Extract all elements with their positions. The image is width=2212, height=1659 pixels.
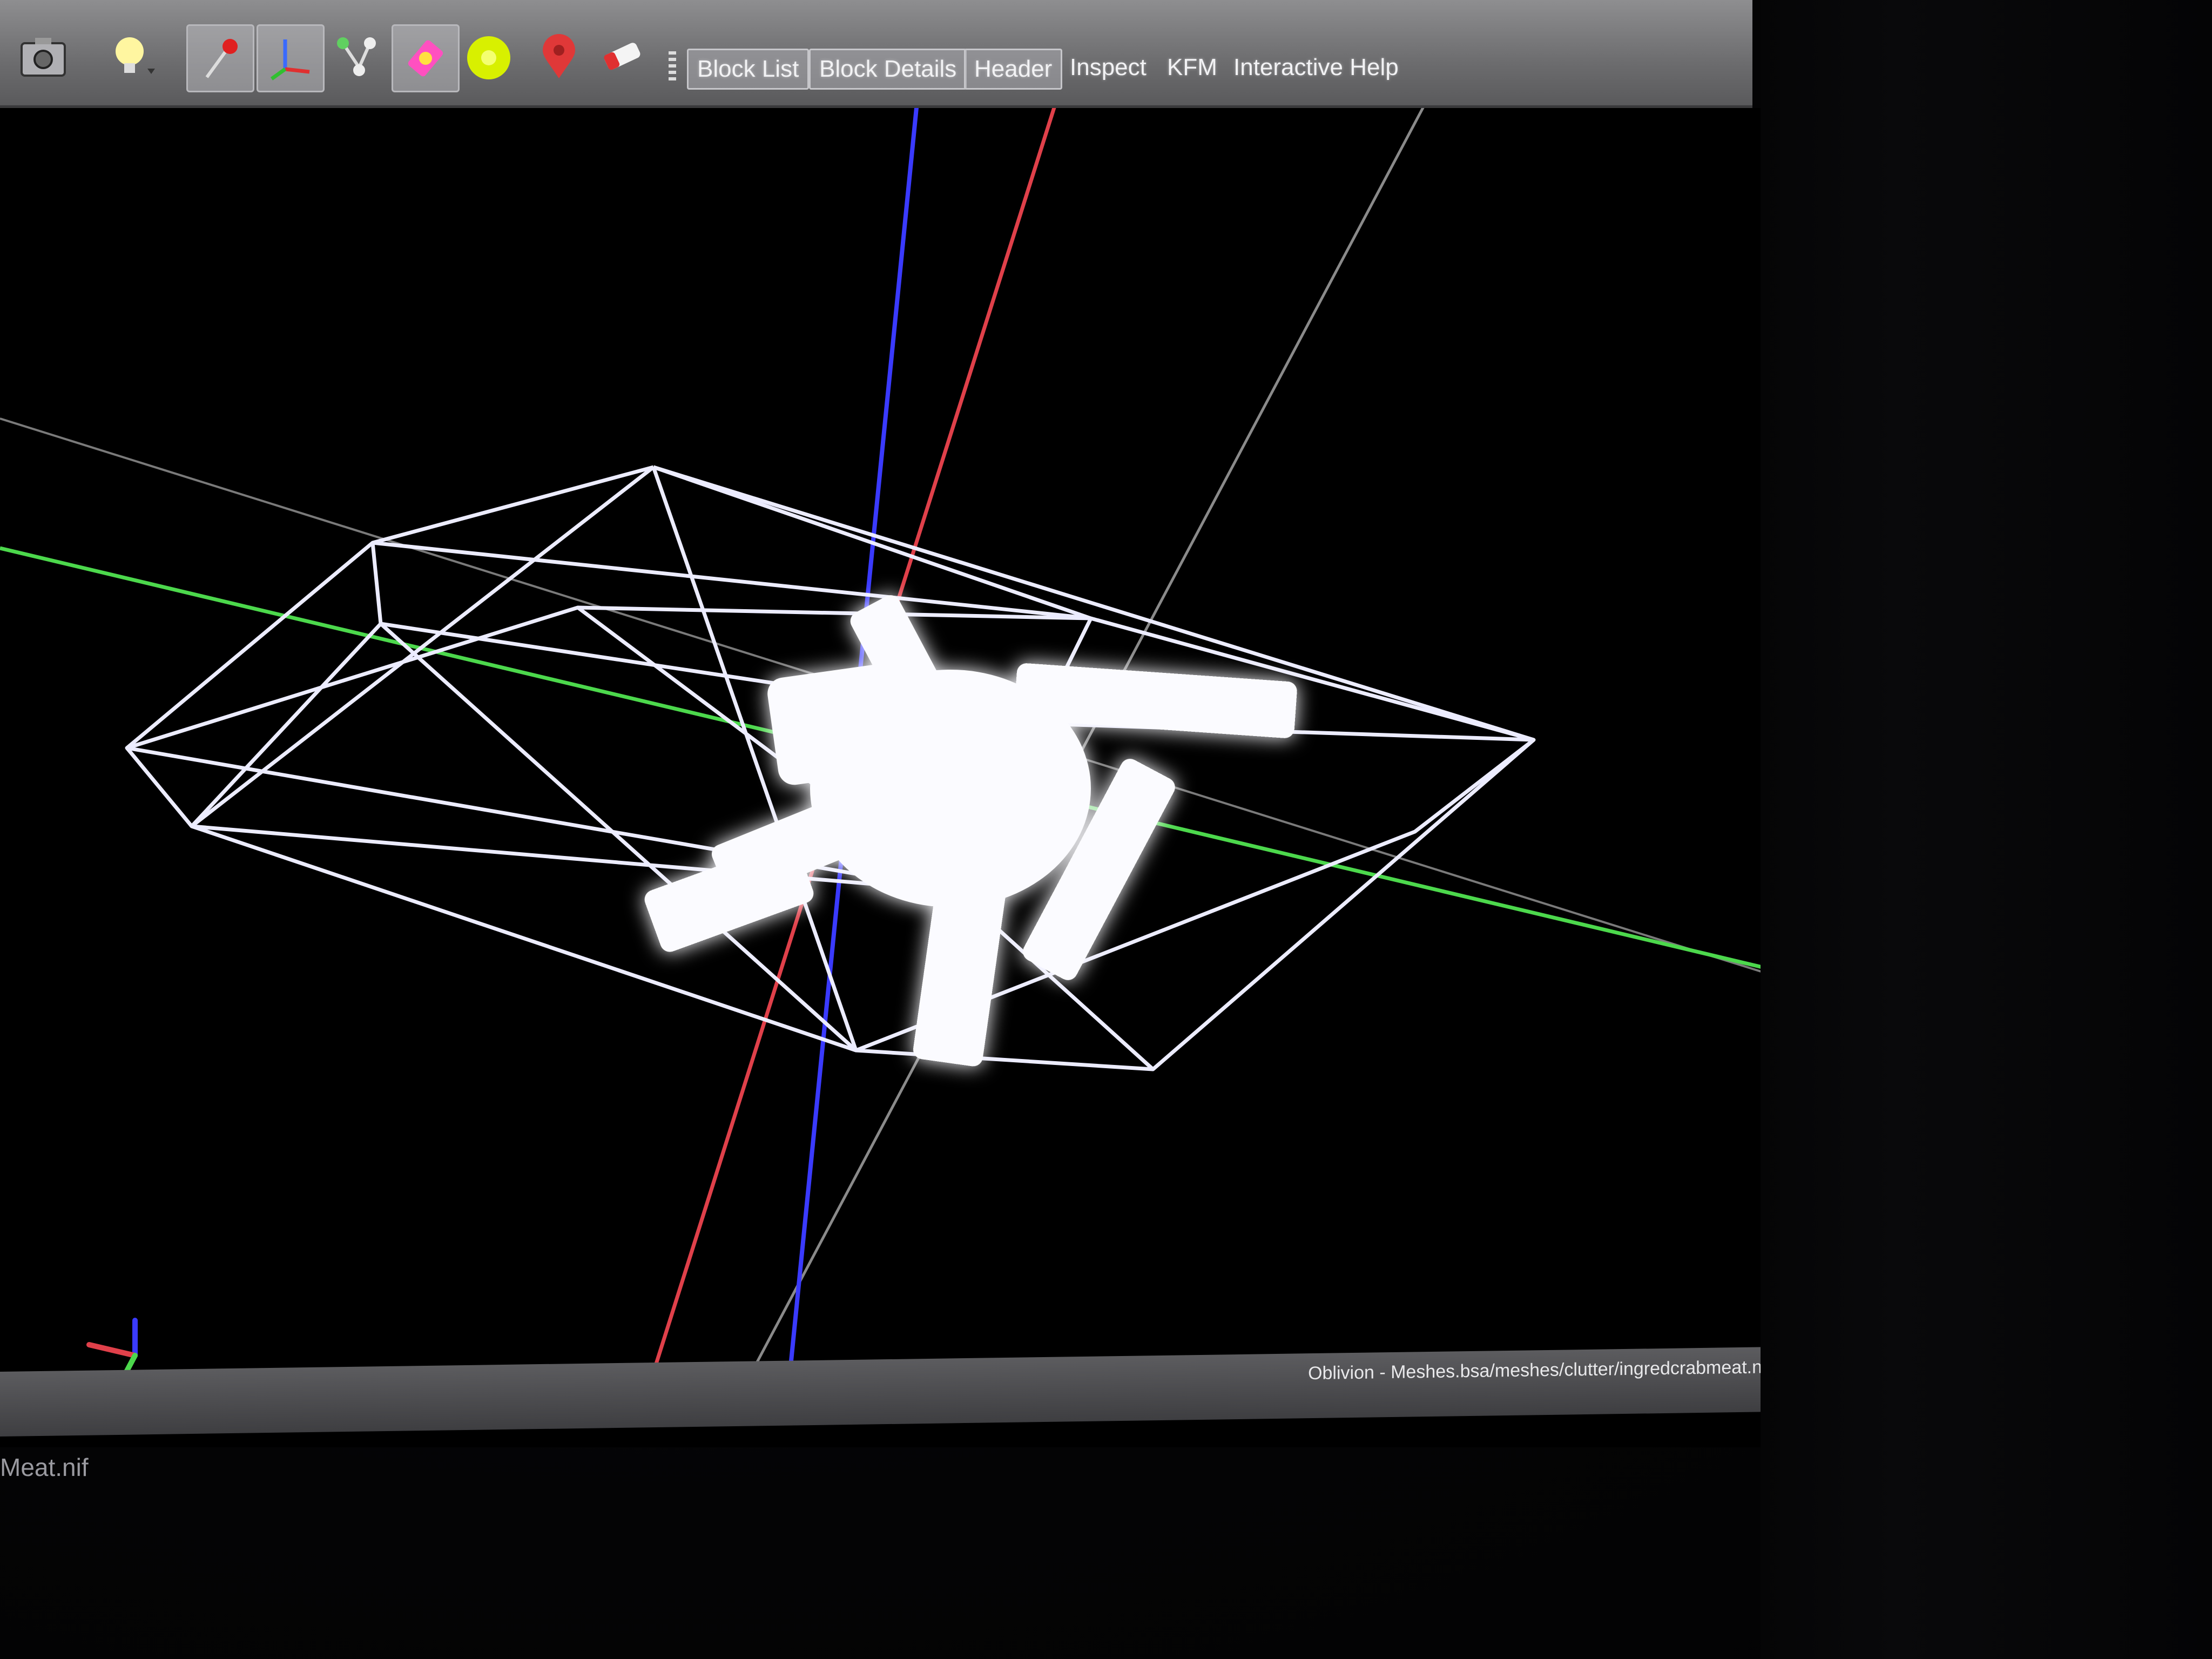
sphere-icon[interactable] [456,24,521,89]
monitor-bezel [1761,0,2212,1659]
toolbar-grip[interactable] [669,51,676,84]
block-list-button[interactable]: Block List [687,49,810,90]
lightbulb-icon[interactable] [100,24,165,89]
inspect-button[interactable]: Inspect [1061,49,1155,86]
scene-render [0,108,1771,1416]
axes-icon[interactable] [257,24,325,92]
node-tree-icon[interactable] [324,24,389,89]
select-pin-icon[interactable] [186,24,254,92]
crab-meat-mesh [644,595,1297,1067]
monitor-screen: Block List Block Details Header Inspect … [0,0,2212,1659]
highlight-icon[interactable] [392,24,460,92]
taskbar-file-name: Meat.nif [0,1453,89,1481]
eraser-icon[interactable] [589,24,653,89]
3d-viewport[interactable] [0,108,1771,1447]
map-pin-icon[interactable] [527,24,591,89]
interactive-help-button[interactable]: Interactive Help [1225,49,1407,86]
block-details-button[interactable]: Block Details [809,49,967,90]
kfm-button[interactable]: KFM [1158,49,1226,86]
toolbar: Block List Block Details Header Inspect … [0,0,1752,109]
status-file-path: Oblivion - Meshes.bsa/meshes/clutter/ing… [1308,1357,1771,1384]
screenshot-icon[interactable] [11,24,76,89]
header-button[interactable]: Header [964,49,1063,90]
